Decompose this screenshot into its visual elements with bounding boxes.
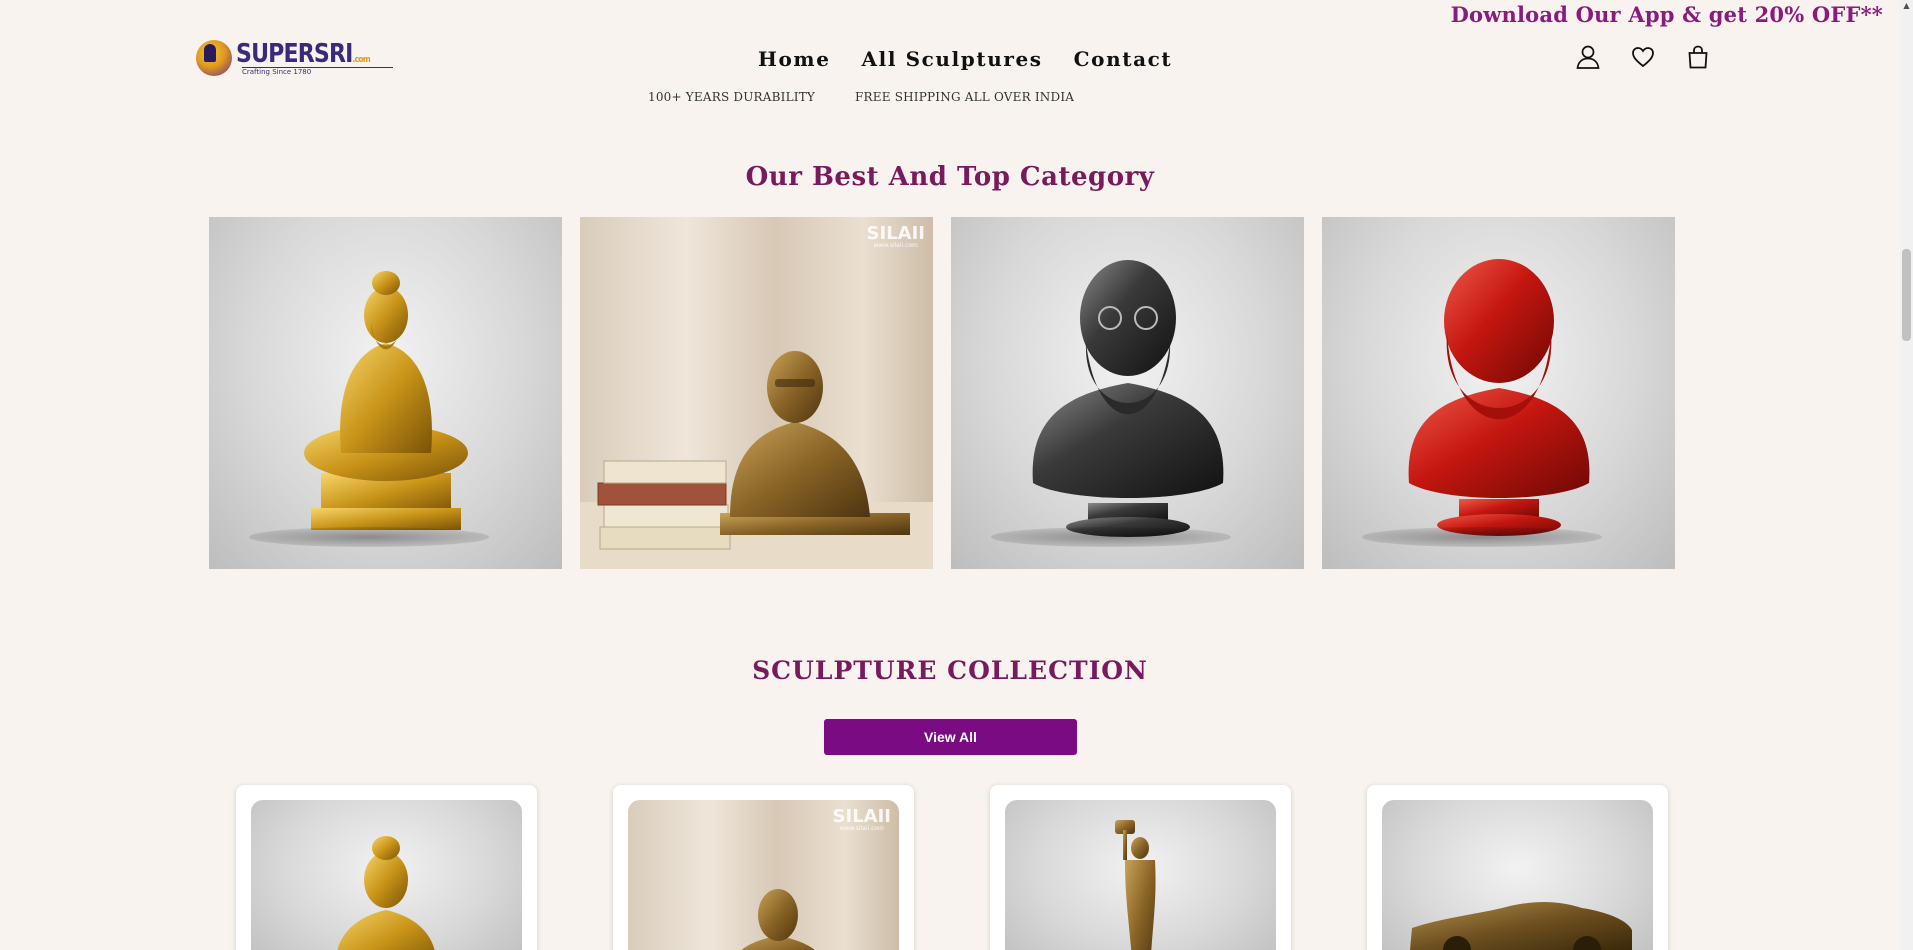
category-card[interactable]: SILAII www.silaii.com — [580, 217, 933, 569]
product-card[interactable] — [236, 785, 537, 950]
app-download-promo[interactable]: Download Our App & get 20% OFF** — [1451, 2, 1883, 27]
logo-suffix: .com — [352, 54, 371, 65]
heart-icon[interactable] — [1630, 44, 1656, 70]
product-image[interactable] — [1005, 800, 1276, 950]
golden-seated-statue-image — [303, 271, 468, 530]
product-card[interactable] — [1367, 785, 1668, 950]
header-icons — [1575, 44, 1711, 70]
supersri-logo[interactable]: SUPERSRI.com Crafting Since 1780 — [196, 38, 394, 76]
main-nav: Home All Sculptures Contact — [758, 47, 1172, 71]
product-image[interactable] — [251, 800, 522, 950]
nav-all-sculptures-link[interactable]: All Sculptures — [862, 47, 1043, 71]
bronze-car-model-image — [1410, 902, 1632, 950]
bronze-standing-figure-image — [1115, 820, 1156, 950]
logo-name: SUPERSRI — [236, 38, 353, 69]
category-card[interactable] — [1322, 217, 1675, 569]
category-card[interactable] — [951, 217, 1304, 569]
bag-icon[interactable] — [1685, 44, 1711, 70]
collection-section-title: SCULPTURE COLLECTION — [752, 656, 1148, 685]
user-icon[interactable] — [1575, 44, 1601, 70]
page-scrollbar[interactable]: ▲ — [1900, 0, 1913, 950]
product-card[interactable]: SILAII www.silaii.com — [613, 785, 914, 950]
product-image[interactable]: SILAII www.silaii.com — [628, 800, 899, 950]
usp-shipping: FREE SHIPPING ALL OVER INDIA — [855, 90, 1075, 104]
product-grid: SILAII www.silaii.com — [236, 785, 1668, 950]
category-card[interactable] — [209, 217, 562, 569]
scrollbar-thumb[interactable] — [1902, 249, 1911, 341]
red-bust-image — [1408, 259, 1589, 536]
black-bust-image — [1032, 260, 1223, 537]
product-card[interactable] — [990, 785, 1291, 950]
logo-emblem-icon — [196, 40, 232, 76]
usp-durability: 100+ YEARS DURABILITY — [648, 90, 816, 104]
golden-seated-statue-image — [337, 836, 435, 950]
nav-contact-link[interactable]: Contact — [1074, 47, 1173, 71]
category-grid: SILAII www.silaii.com — [209, 217, 1675, 569]
view-all-button[interactable]: View All — [824, 719, 1077, 755]
scroll-up-arrow-icon[interactable]: ▲ — [1902, 2, 1911, 10]
usp-strip: 100+ YEARS DURABILITY FREE SHIPPING ALL … — [648, 90, 1074, 104]
silaii-watermark: SILAII www.silaii.com — [866, 223, 925, 249]
silaii-watermark: SILAII www.silaii.com — [832, 806, 891, 832]
bronze-bust-with-books-image — [580, 351, 933, 569]
category-section-title: Our Best And Top Category — [745, 162, 1155, 192]
nav-home-link[interactable]: Home — [758, 47, 831, 71]
product-image[interactable] — [1382, 800, 1653, 950]
